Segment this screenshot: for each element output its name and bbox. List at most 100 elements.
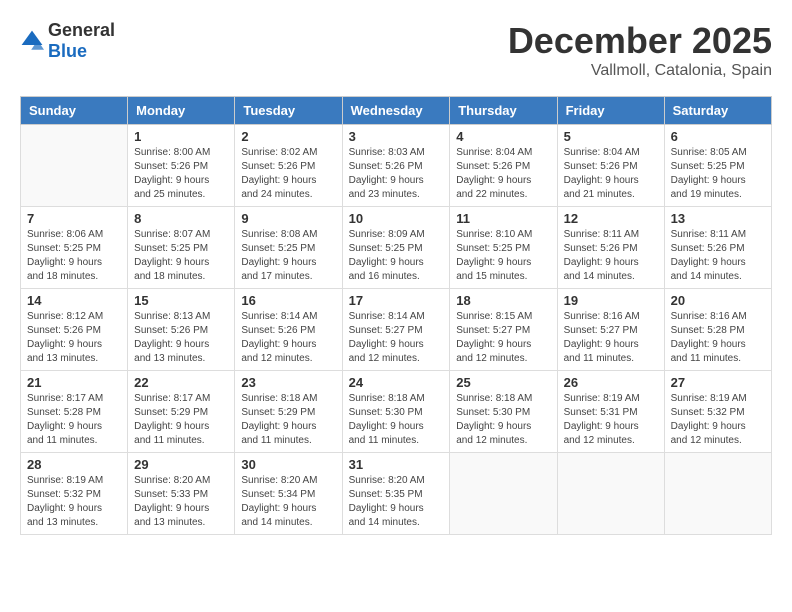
day-info: Sunrise: 8:04 AMSunset: 5:26 PMDaylight:… — [564, 146, 658, 202]
day-cell: 30Sunrise: 8:20 AMSunset: 5:34 PMDayligh… — [235, 453, 342, 535]
day-number: 18 — [456, 293, 550, 308]
col-header-monday: Monday — [128, 97, 235, 125]
day-cell: 10 Sunrise: 8:09 AMSunset: 5:25 PMDayligh… — [342, 207, 450, 289]
day-number: 7 — [27, 211, 121, 226]
day-cell — [450, 453, 557, 535]
col-header-wednesday: Wednesday — [342, 97, 450, 125]
day-cell: 18 Sunrise: 8:15 AMSunset: 5:27 PMDayligh… — [450, 289, 557, 371]
day-cell: 25 Sunrise: 8:18 AMSunset: 5:30 PMDayligh… — [450, 371, 557, 453]
day-cell: 31 Sunrise: 8:20 AMSunset: 5:35 PMDayligh… — [342, 453, 450, 535]
day-cell: 26 Sunrise: 8:19 AMSunset: 5:31 PMDayligh… — [557, 371, 664, 453]
day-info: Sunrise: 8:09 AMSunset: 5:25 PMDaylight:… — [349, 228, 444, 284]
day-cell: 12Sunrise: 8:11 AMSunset: 5:26 PMDayligh… — [557, 207, 664, 289]
col-header-tuesday: Tuesday — [235, 97, 342, 125]
day-info: Sunrise: 8:18 AMSunset: 5:29 PMDaylight:… — [241, 392, 335, 448]
day-number: 10 — [349, 211, 444, 226]
day-cell: 20 Sunrise: 8:16 AMSunset: 5:28 PMDayligh… — [664, 289, 771, 371]
day-number: 2 — [241, 129, 335, 144]
day-number: 21 — [27, 375, 121, 390]
day-info: Sunrise: 8:17 AMSunset: 5:28 PMDaylight:… — [27, 392, 121, 448]
day-number: 30 — [241, 457, 335, 472]
col-header-thursday: Thursday — [450, 97, 557, 125]
day-cell: 15 Sunrise: 8:13 AMSunset: 5:26 PMDayligh… — [128, 289, 235, 371]
day-info: Sunrise: 8:14 AMSunset: 5:27 PMDaylight:… — [349, 310, 444, 366]
logo-general: General — [48, 20, 115, 40]
day-info: Sunrise: 8:16 AMSunset: 5:27 PMDaylight:… — [564, 310, 658, 366]
day-number: 14 — [27, 293, 121, 308]
day-info: Sunrise: 8:19 AMSunset: 5:32 PMDaylight:… — [671, 392, 765, 448]
col-header-friday: Friday — [557, 97, 664, 125]
week-row-5: 28 Sunrise: 8:19 AMSunset: 5:32 PMDayligh… — [21, 453, 772, 535]
day-info: Sunrise: 8:19 AMSunset: 5:31 PMDaylight:… — [564, 392, 658, 448]
day-info: Sunrise: 8:06 AMSunset: 5:25 PMDaylight:… — [27, 228, 121, 284]
day-cell: 16 Sunrise: 8:14 AMSunset: 5:26 PMDayligh… — [235, 289, 342, 371]
header: General Blue December 2025 Vallmoll, Cat… — [20, 20, 772, 80]
day-number: 28 — [27, 457, 121, 472]
day-number: 23 — [241, 375, 335, 390]
day-number: 20 — [671, 293, 765, 308]
logo-icon — [20, 29, 44, 53]
day-info: Sunrise: 8:07 AMSunset: 5:25 PMDaylight:… — [134, 228, 228, 284]
day-cell: 22 Sunrise: 8:17 AMSunset: 5:29 PMDayligh… — [128, 371, 235, 453]
day-number: 22 — [134, 375, 228, 390]
col-header-sunday: Sunday — [21, 97, 128, 125]
day-info: Sunrise: 8:12 AMSunset: 5:26 PMDaylight:… — [27, 310, 121, 366]
day-cell — [557, 453, 664, 535]
day-cell: 19 Sunrise: 8:16 AMSunset: 5:27 PMDayligh… — [557, 289, 664, 371]
day-number: 4 — [456, 129, 550, 144]
week-row-2: 7 Sunrise: 8:06 AMSunset: 5:25 PMDaylight… — [21, 207, 772, 289]
day-cell: 11Sunrise: 8:10 AMSunset: 5:25 PMDayligh… — [450, 207, 557, 289]
day-cell: 21 Sunrise: 8:17 AMSunset: 5:28 PMDayligh… — [21, 371, 128, 453]
day-number: 17 — [349, 293, 444, 308]
day-number: 13 — [671, 211, 765, 226]
day-info: Sunrise: 8:18 AMSunset: 5:30 PMDaylight:… — [349, 392, 444, 448]
day-info: Sunrise: 8:14 AMSunset: 5:26 PMDaylight:… — [241, 310, 335, 366]
day-cell: 29Sunrise: 8:20 AMSunset: 5:33 PMDayligh… — [128, 453, 235, 535]
col-header-saturday: Saturday — [664, 97, 771, 125]
day-number: 19 — [564, 293, 658, 308]
day-cell: 17 Sunrise: 8:14 AMSunset: 5:27 PMDayligh… — [342, 289, 450, 371]
day-info: Sunrise: 8:13 AMSunset: 5:26 PMDaylight:… — [134, 310, 228, 366]
day-number: 31 — [349, 457, 444, 472]
day-info: Sunrise: 8:20 AMSunset: 5:33 PMDaylight:… — [134, 474, 228, 530]
day-info: Sunrise: 8:08 AMSunset: 5:25 PMDaylight:… — [241, 228, 335, 284]
day-cell: 28 Sunrise: 8:19 AMSunset: 5:32 PMDayligh… — [21, 453, 128, 535]
day-cell: 24Sunrise: 8:18 AMSunset: 5:30 PMDayligh… — [342, 371, 450, 453]
week-row-1: 1 Sunrise: 8:00 AMSunset: 5:26 PMDaylight… — [21, 125, 772, 207]
day-info: Sunrise: 8:16 AMSunset: 5:28 PMDaylight:… — [671, 310, 765, 366]
day-info: Sunrise: 8:18 AMSunset: 5:30 PMDaylight:… — [456, 392, 550, 448]
day-number: 5 — [564, 129, 658, 144]
week-row-3: 14 Sunrise: 8:12 AMSunset: 5:26 PMDayligh… — [21, 289, 772, 371]
day-info: Sunrise: 8:17 AMSunset: 5:29 PMDaylight:… — [134, 392, 228, 448]
day-number: 25 — [456, 375, 550, 390]
day-cell: 14 Sunrise: 8:12 AMSunset: 5:26 PMDayligh… — [21, 289, 128, 371]
day-info: Sunrise: 8:05 AMSunset: 5:25 PMDaylight:… — [671, 146, 765, 202]
day-number: 16 — [241, 293, 335, 308]
day-cell: 27 Sunrise: 8:19 AMSunset: 5:32 PMDayligh… — [664, 371, 771, 453]
day-number: 11 — [456, 211, 550, 226]
day-info: Sunrise: 8:20 AMSunset: 5:35 PMDaylight:… — [349, 474, 444, 530]
day-number: 1 — [134, 129, 228, 144]
day-cell: 5 Sunrise: 8:04 AMSunset: 5:26 PMDaylight… — [557, 125, 664, 207]
day-cell — [664, 453, 771, 535]
day-cell: 8Sunrise: 8:07 AMSunset: 5:25 PMDaylight… — [128, 207, 235, 289]
day-number: 9 — [241, 211, 335, 226]
day-number: 15 — [134, 293, 228, 308]
day-info: Sunrise: 8:15 AMSunset: 5:27 PMDaylight:… — [456, 310, 550, 366]
day-info: Sunrise: 8:11 AMSunset: 5:26 PMDaylight:… — [564, 228, 658, 284]
day-cell: 1 Sunrise: 8:00 AMSunset: 5:26 PMDaylight… — [128, 125, 235, 207]
day-number: 27 — [671, 375, 765, 390]
day-cell: 7 Sunrise: 8:06 AMSunset: 5:25 PMDaylight… — [21, 207, 128, 289]
day-number: 26 — [564, 375, 658, 390]
day-cell: 3Sunrise: 8:03 AMSunset: 5:26 PMDaylight… — [342, 125, 450, 207]
day-info: Sunrise: 8:04 AMSunset: 5:26 PMDaylight:… — [456, 146, 550, 202]
day-info: Sunrise: 8:19 AMSunset: 5:32 PMDaylight:… — [27, 474, 121, 530]
day-cell: 2Sunrise: 8:02 AMSunset: 5:26 PMDaylight… — [235, 125, 342, 207]
month-title: December 2025 — [508, 20, 772, 62]
day-info: Sunrise: 8:03 AMSunset: 5:26 PMDaylight:… — [349, 146, 444, 202]
day-info: Sunrise: 8:00 AMSunset: 5:26 PMDaylight:… — [134, 146, 228, 202]
location: Vallmoll, Catalonia, Spain — [508, 62, 772, 80]
day-cell: 4 Sunrise: 8:04 AMSunset: 5:26 PMDaylight… — [450, 125, 557, 207]
day-cell: 6Sunrise: 8:05 AMSunset: 5:25 PMDaylight… — [664, 125, 771, 207]
day-cell: 23 Sunrise: 8:18 AMSunset: 5:29 PMDayligh… — [235, 371, 342, 453]
